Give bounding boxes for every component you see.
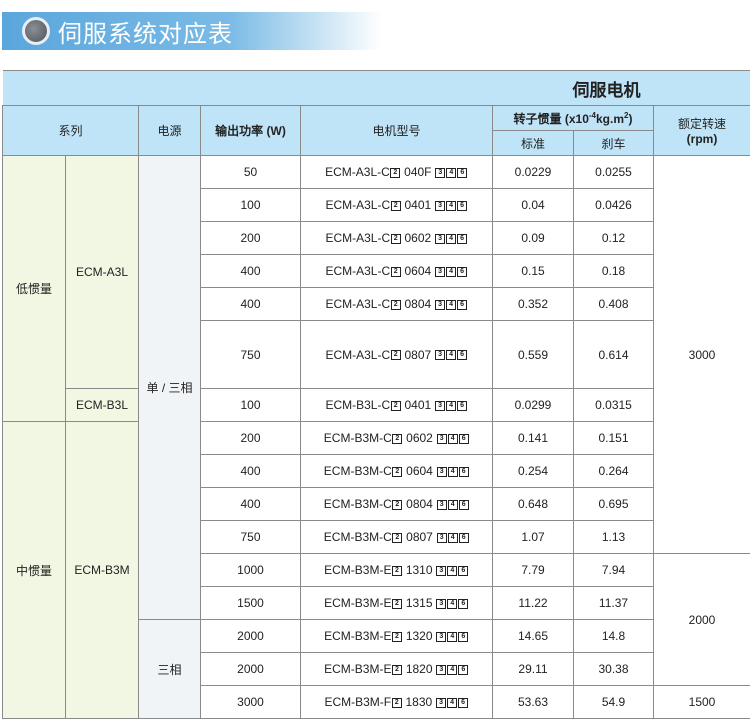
inertia-brake: 0.12	[573, 221, 654, 255]
motor-model: ECM-B3M-E 2 1315 346	[300, 586, 493, 620]
series-header: 系列	[2, 105, 139, 156]
motor-model: ECM-B3M-E 2 1310 346	[300, 553, 493, 587]
inertia-standard: 0.352	[492, 287, 574, 321]
series-b3l-cell: ECM-B3L	[65, 388, 139, 422]
single-three-phase-cell: 单 / 三相	[138, 155, 201, 620]
inertia-standard: 1.07	[492, 520, 574, 554]
table-row: ECM-B3L 100 ECM-B3L-C 2 0401 3 4 6 0.0299 0.031…	[3, 388, 750, 422]
inertia-brake: 54.9	[573, 685, 654, 719]
inertia-brake: 30.38	[573, 652, 654, 686]
output-power: 400	[200, 487, 301, 521]
output-power: 100	[200, 188, 301, 222]
rated-speed: 2000	[653, 553, 750, 686]
inertia-brake: 7.94	[573, 553, 654, 587]
inertia-standard: 0.0299	[492, 388, 574, 422]
output-power: 400	[200, 287, 301, 321]
inertia-standard: 0.09	[492, 221, 574, 255]
table-row: 中惯量 ECM-B3M 200 ECM-B3M-C 2 0602 3 4 6 0.141 0.1…	[2, 421, 750, 719]
inertia-brake: 11.37	[573, 586, 654, 620]
output-power: 200	[200, 221, 301, 255]
inertia-brake: 0.0426	[573, 188, 654, 222]
output-header: 输出功率 (W)	[200, 105, 301, 156]
inertia-brake: 0.151	[573, 421, 654, 455]
output-power: 3000	[200, 685, 301, 719]
group-header: 伺服电机	[2, 70, 750, 106]
output-power: 400	[200, 254, 301, 288]
output-power: 750	[200, 320, 301, 389]
low-inertia-cell: 低惯量	[2, 155, 66, 422]
motor-model: ECM-B3M-F 2 1830 346	[300, 685, 493, 719]
inertia-standard: 0.559	[492, 320, 574, 389]
motor-model: ECM-A3L-C 2 0602 346	[300, 221, 493, 255]
output-power: 100	[200, 388, 301, 422]
output-power: 200	[200, 421, 301, 455]
standard-header: 标准	[492, 130, 574, 156]
inertia-standard: 53.63	[492, 685, 574, 719]
inertia-brake: 0.264	[573, 454, 654, 488]
inertia-standard: 0.15	[492, 254, 574, 288]
mid-inertia-cell: 中惯量	[2, 421, 66, 719]
inertia-standard: 0.0229	[492, 155, 574, 189]
model-header: 电机型号	[300, 105, 493, 156]
motor-model: ECM-B3M-C 2 0807 346	[300, 520, 493, 554]
inertia-brake: 1.13	[573, 520, 654, 554]
section-banner: 伺服系统对应表	[2, 12, 382, 50]
motor-model: ECM-A3L-C 2 040F 346	[300, 155, 493, 189]
output-power: 1500	[200, 586, 301, 620]
inertia-standard: 0.648	[492, 487, 574, 521]
inertia-brake: 0.614	[573, 320, 654, 389]
speed-header: 额定转速 (rpm)	[653, 105, 750, 156]
circle-bullet-icon	[22, 17, 50, 45]
output-power: 750	[200, 520, 301, 554]
inertia-standard: 29.11	[492, 652, 574, 686]
three-phase-cell: 三相	[138, 619, 201, 719]
motor-model: ECM-B3M-C 2 0604 346	[300, 454, 493, 488]
power-source-header: 电源	[138, 105, 201, 156]
motor-model: ECM-A3L-C 2 0604 346	[300, 254, 493, 288]
motor-model: ECM-B3M-C 2 0804 346	[300, 487, 493, 521]
inertia-brake: 0.0315	[573, 388, 654, 422]
section-title: 伺服系统对应表	[58, 19, 233, 48]
motor-model: ECM-B3M-E 2 1320 346	[300, 619, 493, 653]
motor-model: ECM-A3L-C 2 0807 346	[300, 320, 493, 389]
inertia-header: 转子惯量 (x10-4kg.m2)	[492, 105, 654, 131]
inertia-brake: 0.18	[573, 254, 654, 288]
output-power: 50	[200, 155, 301, 189]
output-power: 2000	[200, 652, 301, 686]
series-a3l-cell: ECM-A3L	[65, 155, 139, 389]
inertia-brake: 0.695	[573, 487, 654, 521]
inertia-brake: 14.8	[573, 619, 654, 653]
motor-model: ECM-A3L-C 2 0804 346	[300, 287, 493, 321]
rated-speed: 1500	[653, 685, 750, 719]
inertia-brake: 0.0255	[573, 155, 654, 189]
servo-table: 伺服电机 系列 电源 输出功率 (W) 电机型号 转子惯量 (x10-4kg.m…	[2, 70, 750, 719]
rated-speed: 3000	[653, 155, 750, 554]
brake-header: 刹车	[573, 130, 654, 156]
series-b3m-cell: ECM-B3M	[65, 421, 139, 719]
inertia-standard: 7.79	[492, 553, 574, 587]
motor-model: ECM-B3L-C 2 0401 346	[300, 388, 493, 422]
inertia-brake: 0.408	[573, 287, 654, 321]
inertia-standard: 0.04	[492, 188, 574, 222]
inertia-standard: 0.141	[492, 421, 574, 455]
output-power: 2000	[200, 619, 301, 653]
output-power: 1000	[200, 553, 301, 587]
output-power: 400	[200, 454, 301, 488]
inertia-standard: 0.254	[492, 454, 574, 488]
motor-model: ECM-B3M-C 2 0602 346	[300, 421, 493, 455]
inertia-standard: 14.65	[492, 619, 574, 653]
motor-model: ECM-A3L-C 2 0401 346	[300, 188, 493, 222]
table-row: 低惯量 ECM-A3L 单 / 三相 50 ECM-A3L-C 2 040F 3 4 6 0.0…	[2, 155, 750, 620]
motor-model: ECM-B3M-E 2 1820 346	[300, 652, 493, 686]
inertia-standard: 11.22	[492, 586, 574, 620]
